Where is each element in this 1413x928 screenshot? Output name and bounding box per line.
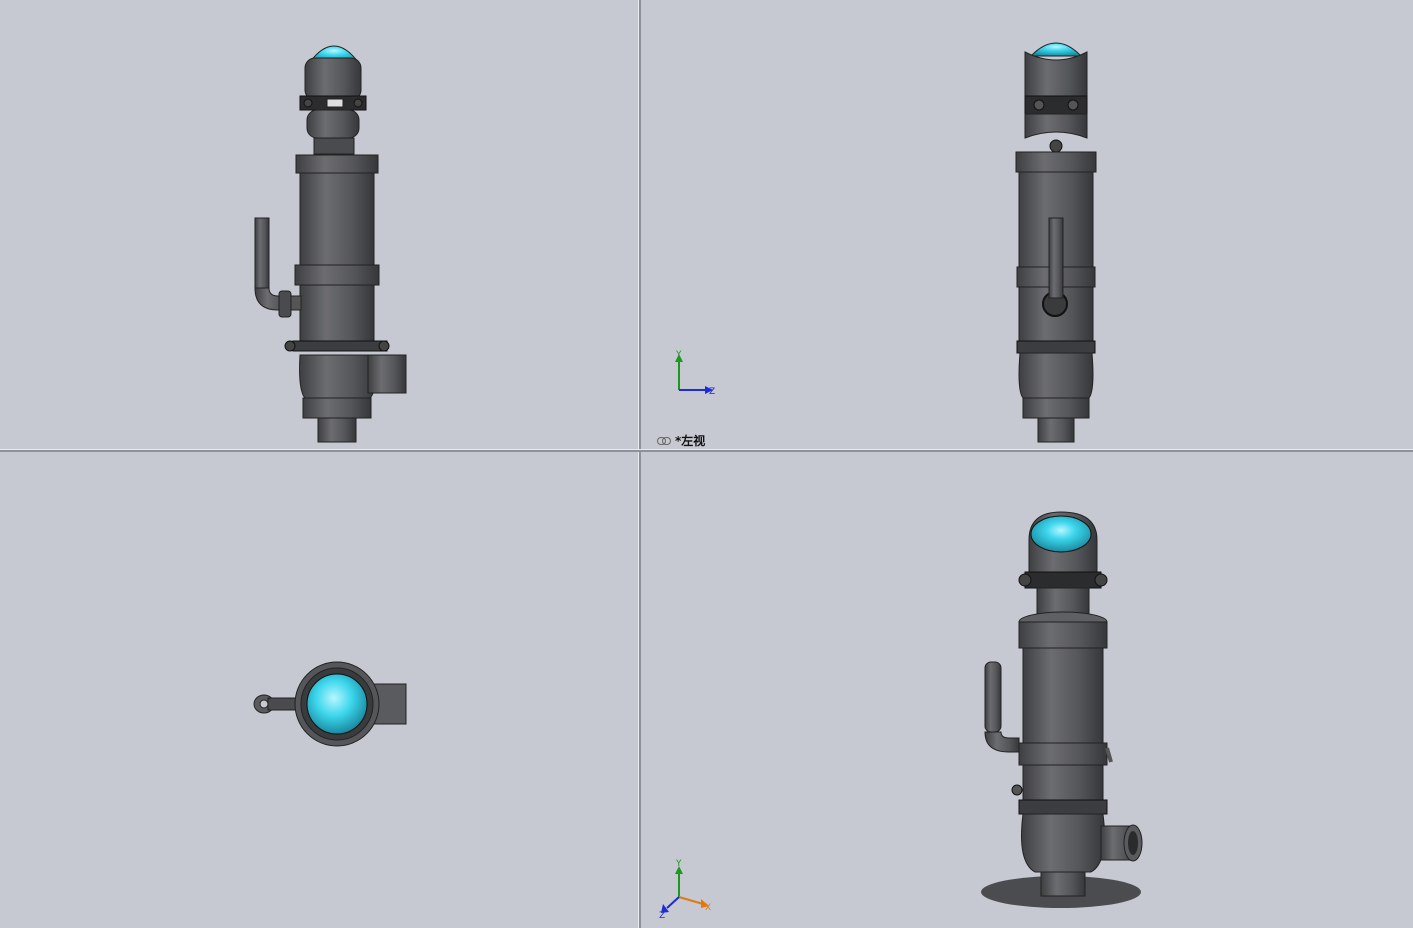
front-view-viewport[interactable]: [0, 0, 638, 449]
top-view-valve-model: [253, 661, 407, 747]
coordinate-triad-icon: Y Z: [675, 350, 715, 397]
axis-z-label: Z: [659, 911, 665, 921]
axis-y-label: Y: [675, 350, 682, 360]
front-view-valve-model: [254, 45, 407, 443]
top-view-viewport[interactable]: [0, 452, 638, 928]
viewport-divider-horizontal[interactable]: [0, 449, 1413, 452]
left-view-viewport[interactable]: Y Z *左视: [641, 0, 1413, 449]
axis-x-label: X: [705, 903, 711, 913]
isometric-view-viewport[interactable]: Y X Z: [641, 452, 1413, 928]
link-icon: [657, 436, 671, 445]
viewport-divider-vertical[interactable]: [638, 0, 641, 928]
isometric-view-valve-model: Y X Z: [659, 511, 1143, 921]
view-name-text: *左视: [675, 434, 706, 448]
coordinate-triad-icon: Y X Z: [659, 859, 711, 921]
axis-z-label: Z: [709, 387, 715, 397]
axis-y-label: Y: [675, 859, 682, 869]
left-view-valve-model: Y Z: [675, 42, 1097, 443]
view-orientation-label: *左视: [657, 432, 705, 449]
